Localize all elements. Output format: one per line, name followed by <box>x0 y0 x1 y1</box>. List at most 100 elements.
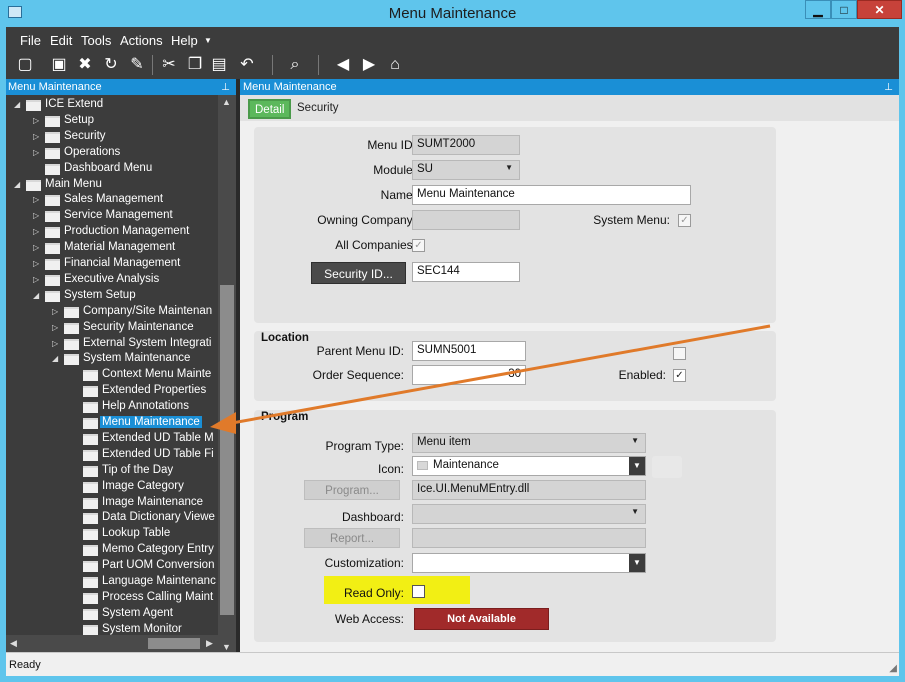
menu-overflow-icon[interactable]: ▼ <box>204 36 212 45</box>
expand-toggle-icon[interactable]: ▷ <box>33 211 41 220</box>
expand-toggle-icon[interactable]: ▷ <box>33 148 41 157</box>
web-access-status[interactable]: Not Available <box>414 608 549 630</box>
close-button[interactable]: ✕ <box>857 0 902 19</box>
tree-node[interactable]: Extended UD Table Fi <box>71 447 218 463</box>
tree-node[interactable]: ▷ Material Management <box>33 240 218 256</box>
name-field[interactable]: Menu Maintenance <box>412 185 691 205</box>
pin-icon[interactable]: ⊥ <box>884 80 893 96</box>
save-icon[interactable]: ▣ <box>48 54 70 76</box>
tree-node[interactable]: System Agent <box>71 606 218 622</box>
dashboard-combo[interactable]: ▼ <box>412 504 646 524</box>
chevron-down-icon[interactable]: ▼ <box>631 436 639 445</box>
minimize-button[interactable]: ▁ <box>805 0 831 19</box>
tree-node[interactable]: ▷ Setup <box>33 113 218 129</box>
report-button[interactable]: Report... <box>304 528 400 548</box>
tree-node[interactable]: ▷ Company/Site Maintenan <box>52 304 218 320</box>
scroll-left-icon[interactable]: ◀ <box>10 638 17 649</box>
all-companies-checkbox[interactable]: ✓ <box>412 239 425 252</box>
expand-toggle-icon[interactable]: ◢ <box>33 291 41 300</box>
tree-node[interactable]: Tip of the Day <box>71 463 218 479</box>
menu-id-field[interactable]: SUMT2000 <box>412 135 520 155</box>
expand-toggle-icon[interactable]: ▷ <box>52 339 60 348</box>
tree-node[interactable]: ▷ Service Management <box>33 208 218 224</box>
pin-icon[interactable]: ⊥ <box>221 80 230 96</box>
scroll-right-icon[interactable]: ▶ <box>206 638 213 649</box>
system-menu-checkbox[interactable]: ✓ <box>678 214 691 227</box>
cut-icon[interactable]: ✂ <box>158 54 180 76</box>
expand-toggle-icon[interactable]: ▷ <box>33 227 41 236</box>
forward-icon[interactable]: ▶ <box>358 54 380 76</box>
scroll-down-icon[interactable]: ▼ <box>222 642 231 652</box>
chevron-down-icon[interactable]: ▼ <box>505 163 513 172</box>
tree-node[interactable]: ▷ External System Integrati <box>52 336 218 352</box>
menu-edit[interactable]: Edit <box>50 33 72 48</box>
clear-icon[interactable]: ✎ <box>126 54 148 76</box>
tree-node[interactable]: Memo Category Entry <box>71 542 218 558</box>
tree-node[interactable]: ▷ Production Management <box>33 224 218 240</box>
menu-actions[interactable]: Actions <box>120 33 163 48</box>
menu-tools[interactable]: Tools <box>81 33 111 48</box>
tree-node[interactable]: ▷ Security <box>33 129 218 145</box>
copy-icon[interactable]: ❐ <box>184 54 206 76</box>
parent-menu-field[interactable]: SUMN5001 <box>412 341 526 361</box>
security-id-button[interactable]: Security ID... <box>311 262 406 284</box>
program-field[interactable]: Ice.UI.MenuMEntry.dll <box>412 480 646 500</box>
enabled-checkbox[interactable]: ✓ <box>673 369 686 382</box>
menu-help[interactable]: Help <box>171 33 198 48</box>
tree-node[interactable]: ▷ Financial Management <box>33 256 218 272</box>
back-icon[interactable]: ◀ <box>332 54 354 76</box>
tree-node[interactable]: ◢ System Setup <box>33 288 218 304</box>
tree-horizontal-scrollbar[interactable]: ◀ ▶ <box>6 635 218 652</box>
chevron-down-icon[interactable]: ▼ <box>631 507 639 516</box>
expand-toggle-icon[interactable]: ▷ <box>33 132 41 141</box>
tree-node[interactable]: ◢ System Maintenance <box>52 351 218 367</box>
chevron-down-icon[interactable]: ▼ <box>629 554 645 572</box>
paste-icon[interactable]: ▤ <box>208 54 230 76</box>
tree-node[interactable]: Extended UD Table M <box>71 431 218 447</box>
delete-icon[interactable]: ✖ <box>74 54 96 76</box>
tree-node[interactable]: Dashboard Menu <box>33 161 218 177</box>
new-icon[interactable]: ▢ <box>14 54 36 76</box>
tree-node[interactable]: Language Maintenanc <box>71 574 218 590</box>
expand-toggle-icon[interactable]: ▷ <box>52 307 60 316</box>
scroll-up-icon[interactable]: ▲ <box>222 97 231 107</box>
tree-node[interactable]: ▷ Sales Management <box>33 192 218 208</box>
program-button[interactable]: Program... <box>304 480 400 500</box>
expand-toggle-icon[interactable]: ▷ <box>33 275 41 284</box>
tree-node[interactable]: Part UOM Conversion <box>71 558 218 574</box>
tree-node[interactable]: Process Calling Maint <box>71 590 218 606</box>
security-id-field[interactable]: SEC144 <box>412 262 520 282</box>
expand-toggle-icon[interactable]: ◢ <box>52 354 60 363</box>
tree-node[interactable]: ◢ ICE Extend <box>14 97 218 113</box>
chevron-down-icon[interactable]: ▼ <box>629 457 645 475</box>
tree-node[interactable]: Image Category <box>71 479 218 495</box>
expand-toggle-icon[interactable]: ◢ <box>14 100 22 109</box>
order-sequence-field[interactable]: 30 <box>412 365 526 385</box>
tree-node[interactable]: ▷ Security Maintenance <box>52 320 218 336</box>
customization-combo[interactable]: ▼ <box>412 553 646 573</box>
read-only-checkbox[interactable] <box>412 585 425 598</box>
tree-node[interactable]: Lookup Table <box>71 526 218 542</box>
expand-toggle-icon[interactable]: ◢ <box>14 180 22 189</box>
menu-file[interactable]: File <box>20 33 41 48</box>
report-field[interactable] <box>412 528 646 548</box>
icon-combo[interactable]: Maintenance ▼ <box>412 456 646 476</box>
refresh-icon[interactable]: ↻ <box>100 54 122 76</box>
tab-security[interactable]: Security <box>292 99 344 119</box>
tab-detail[interactable]: Detail <box>248 99 292 119</box>
expand-toggle-icon[interactable]: ▷ <box>33 195 41 204</box>
tree-node[interactable]: ▷ Operations <box>33 145 218 161</box>
tree-node[interactable]: Extended Properties <box>71 383 218 399</box>
home-icon[interactable]: ⌂ <box>384 54 406 76</box>
expand-toggle-icon[interactable]: ▷ <box>33 259 41 268</box>
program-type-combo[interactable]: Menu item ▼ <box>412 433 646 453</box>
tree-node[interactable]: Image Maintenance <box>71 495 218 511</box>
maximize-button[interactable]: □ <box>831 0 857 19</box>
resize-grip-icon[interactable]: ◢ <box>889 663 897 674</box>
location-checkbox[interactable] <box>673 347 686 360</box>
expand-toggle-icon[interactable]: ▷ <box>33 243 41 252</box>
scroll-thumb[interactable] <box>220 285 234 615</box>
undo-icon[interactable]: ↶ <box>236 54 258 76</box>
scroll-thumb[interactable] <box>148 638 200 649</box>
expand-toggle-icon[interactable]: ▷ <box>33 116 41 125</box>
